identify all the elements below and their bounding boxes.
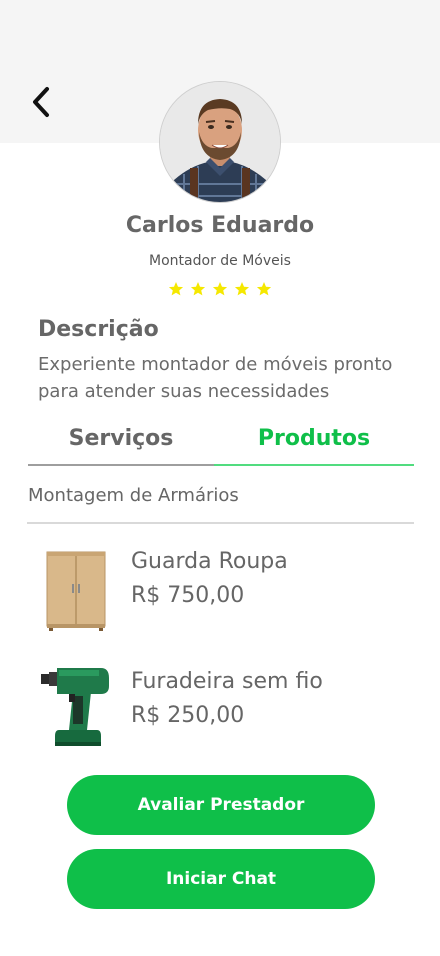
list-item[interactable]: Furadeira sem fio R$ 250,00: [27, 660, 414, 760]
start-chat-button[interactable]: Iniciar Chat: [67, 849, 375, 909]
product-name: Furadeira sem fio: [131, 669, 323, 694]
description-title: Descrição: [38, 317, 159, 342]
tab-products[interactable]: Produtos: [214, 426, 414, 466]
product-price: R$ 750,00: [131, 583, 245, 608]
star-icon: [190, 282, 206, 296]
star-icon: [212, 282, 228, 296]
description-text: Experiente montador de móveis pronto par…: [38, 354, 393, 402]
back-button[interactable]: [24, 84, 58, 120]
provider-name: Carlos Eduardo: [125, 213, 315, 238]
product-price: R$ 250,00: [131, 703, 245, 728]
provider-role: Montador de Móveis: [149, 253, 291, 269]
wardrobe-image: [46, 551, 106, 631]
list-item[interactable]: Guarda Roupa R$ 750,00: [27, 540, 414, 640]
rating-stars: [0, 281, 440, 297]
divider: [27, 522, 414, 524]
rate-provider-button[interactable]: Avaliar Prestador: [67, 775, 375, 835]
star-icon: [256, 282, 272, 296]
cordless-drill-image: [41, 668, 109, 746]
avatar: [159, 81, 281, 203]
tab-services[interactable]: Serviços: [28, 426, 214, 466]
category-label: Montagem de Armários: [28, 485, 239, 506]
star-icon: [168, 282, 184, 296]
chevron-left-icon: [33, 87, 49, 117]
star-icon: [234, 282, 250, 296]
product-name: Guarda Roupa: [131, 549, 288, 574]
person-portrait: [160, 82, 280, 202]
